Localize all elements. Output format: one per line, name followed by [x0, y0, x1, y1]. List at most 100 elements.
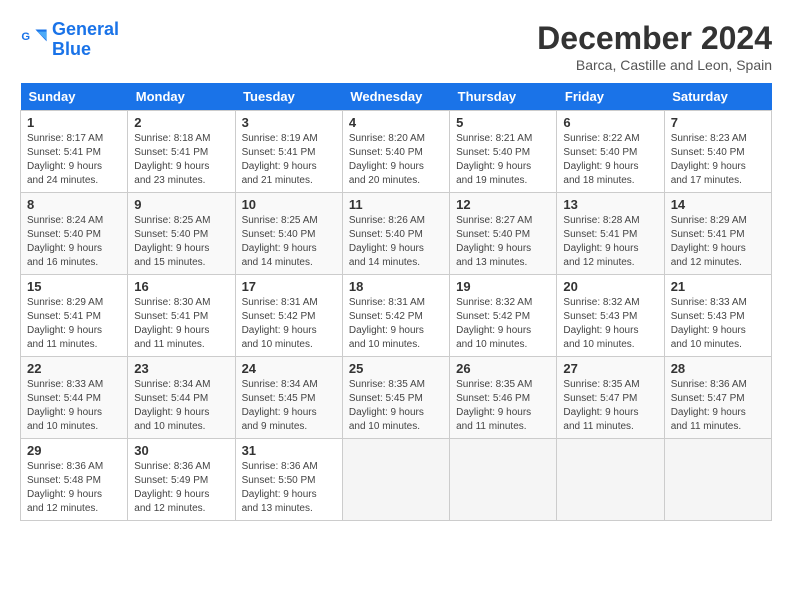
- day-detail: Sunrise: 8:31 AMSunset: 5:42 PMDaylight:…: [349, 296, 443, 352]
- month-title: December 2024: [537, 20, 772, 57]
- calendar-day: 16 Sunrise: 8:30 AMSunset: 5:41 PMDayligh…: [128, 275, 235, 357]
- calendar-day: 20 Sunrise: 8:32 AMSunset: 5:43 PMDayligh…: [557, 275, 664, 357]
- day-number: 25: [349, 361, 443, 376]
- day-number: 2: [134, 115, 228, 130]
- calendar-day: 26 Sunrise: 8:35 AMSunset: 5:46 PMDayligh…: [450, 357, 557, 439]
- day-number: 30: [134, 443, 228, 458]
- day-detail: Sunrise: 8:35 AMSunset: 5:46 PMDaylight:…: [456, 378, 550, 434]
- day-number: 29: [27, 443, 121, 458]
- day-number: 16: [134, 279, 228, 294]
- calendar-day: 25Sunrise: 8:35 AMSunset: 5:45 PMDayligh…: [342, 357, 449, 439]
- calendar-day: 23Sunrise: 8:34 AMSunset: 5:44 PMDayligh…: [128, 357, 235, 439]
- day-number: 10: [242, 197, 336, 212]
- day-detail: Sunrise: 8:17 AMSunset: 5:41 PMDaylight:…: [27, 132, 121, 188]
- day-number: 14: [671, 197, 765, 212]
- day-header-wednesday: Wednesday: [342, 83, 449, 111]
- calendar-day: 2 Sunrise: 8:18 AMSunset: 5:41 PMDaylight…: [128, 111, 235, 193]
- day-detail: Sunrise: 8:36 AMSunset: 5:49 PMDaylight:…: [134, 460, 228, 516]
- logo-text: General Blue: [52, 20, 119, 60]
- calendar-day: [557, 439, 664, 521]
- calendar-day: 27Sunrise: 8:35 AMSunset: 5:47 PMDayligh…: [557, 357, 664, 439]
- logo: G General Blue: [20, 20, 119, 60]
- day-detail: Sunrise: 8:31 AMSunset: 5:42 PMDaylight:…: [242, 296, 336, 352]
- day-number: 11: [349, 197, 443, 212]
- day-detail: Sunrise: 8:36 AMSunset: 5:47 PMDaylight:…: [671, 378, 765, 434]
- calendar-day: 1 Sunrise: 8:17 AMSunset: 5:41 PMDaylight…: [21, 111, 128, 193]
- day-detail: Sunrise: 8:36 AMSunset: 5:50 PMDaylight:…: [242, 460, 336, 516]
- day-number: 1: [27, 115, 121, 130]
- day-number: 15: [27, 279, 121, 294]
- day-number: 20: [563, 279, 657, 294]
- day-detail: Sunrise: 8:29 AMSunset: 5:41 PMDaylight:…: [671, 214, 765, 270]
- day-header-friday: Friday: [557, 83, 664, 111]
- calendar-day: [664, 439, 771, 521]
- day-number: 4: [349, 115, 443, 130]
- day-number: 7: [671, 115, 765, 130]
- day-detail: Sunrise: 8:28 AMSunset: 5:41 PMDaylight:…: [563, 214, 657, 270]
- calendar-table: SundayMondayTuesdayWednesdayThursdayFrid…: [20, 83, 772, 521]
- day-detail: Sunrise: 8:33 AMSunset: 5:44 PMDaylight:…: [27, 378, 121, 434]
- day-number: 3: [242, 115, 336, 130]
- day-header-thursday: Thursday: [450, 83, 557, 111]
- day-number: 5: [456, 115, 550, 130]
- day-detail: Sunrise: 8:21 AMSunset: 5:40 PMDaylight:…: [456, 132, 550, 188]
- calendar-day: 31 Sunrise: 8:36 AMSunset: 5:50 PMDayligh…: [235, 439, 342, 521]
- day-detail: Sunrise: 8:34 AMSunset: 5:45 PMDaylight:…: [242, 378, 336, 434]
- calendar-day: 19Sunrise: 8:32 AMSunset: 5:42 PMDayligh…: [450, 275, 557, 357]
- header-row: SundayMondayTuesdayWednesdayThursdayFrid…: [21, 83, 772, 111]
- day-number: 23: [134, 361, 228, 376]
- calendar-day: 18 Sunrise: 8:31 AMSunset: 5:42 PMDayligh…: [342, 275, 449, 357]
- day-number: 28: [671, 361, 765, 376]
- calendar-week-1: 1 Sunrise: 8:17 AMSunset: 5:41 PMDaylight…: [21, 111, 772, 193]
- day-detail: Sunrise: 8:22 AMSunset: 5:40 PMDaylight:…: [563, 132, 657, 188]
- day-header-saturday: Saturday: [664, 83, 771, 111]
- calendar-day: 6 Sunrise: 8:22 AMSunset: 5:40 PMDaylight…: [557, 111, 664, 193]
- location-subtitle: Barca, Castille and Leon, Spain: [537, 57, 772, 73]
- day-number: 26: [456, 361, 550, 376]
- day-detail: Sunrise: 8:32 AMSunset: 5:42 PMDaylight:…: [456, 296, 550, 352]
- day-detail: Sunrise: 8:29 AMSunset: 5:41 PMDaylight:…: [27, 296, 121, 352]
- day-header-tuesday: Tuesday: [235, 83, 342, 111]
- day-number: 17: [242, 279, 336, 294]
- day-number: 12: [456, 197, 550, 212]
- logo-icon: G: [20, 26, 48, 54]
- day-number: 8: [27, 197, 121, 212]
- day-number: 24: [242, 361, 336, 376]
- day-detail: Sunrise: 8:25 AMSunset: 5:40 PMDaylight:…: [134, 214, 228, 270]
- calendar-week-2: 8Sunrise: 8:24 AMSunset: 5:40 PMDaylight…: [21, 193, 772, 275]
- day-detail: Sunrise: 8:35 AMSunset: 5:47 PMDaylight:…: [563, 378, 657, 434]
- calendar-day: 8Sunrise: 8:24 AMSunset: 5:40 PMDaylight…: [21, 193, 128, 275]
- calendar-day: 22 Sunrise: 8:33 AMSunset: 5:44 PMDayligh…: [21, 357, 128, 439]
- day-detail: Sunrise: 8:20 AMSunset: 5:40 PMDaylight:…: [349, 132, 443, 188]
- day-detail: Sunrise: 8:32 AMSunset: 5:43 PMDaylight:…: [563, 296, 657, 352]
- day-detail: Sunrise: 8:30 AMSunset: 5:41 PMDaylight:…: [134, 296, 228, 352]
- day-number: 31: [242, 443, 336, 458]
- calendar-day: 30 Sunrise: 8:36 AMSunset: 5:49 PMDayligh…: [128, 439, 235, 521]
- day-number: 9: [134, 197, 228, 212]
- calendar-day: 28 Sunrise: 8:36 AMSunset: 5:47 PMDayligh…: [664, 357, 771, 439]
- day-detail: Sunrise: 8:25 AMSunset: 5:40 PMDaylight:…: [242, 214, 336, 270]
- day-number: 6: [563, 115, 657, 130]
- calendar-day: [450, 439, 557, 521]
- calendar-day: 4 Sunrise: 8:20 AMSunset: 5:40 PMDaylight…: [342, 111, 449, 193]
- day-header-sunday: Sunday: [21, 83, 128, 111]
- calendar-body: 1 Sunrise: 8:17 AMSunset: 5:41 PMDaylight…: [21, 111, 772, 521]
- calendar-week-3: 15 Sunrise: 8:29 AMSunset: 5:41 PMDayligh…: [21, 275, 772, 357]
- svg-text:G: G: [21, 31, 30, 43]
- calendar-day: 24 Sunrise: 8:34 AMSunset: 5:45 PMDayligh…: [235, 357, 342, 439]
- day-number: 22: [27, 361, 121, 376]
- calendar-day: 3 Sunrise: 8:19 AMSunset: 5:41 PMDaylight…: [235, 111, 342, 193]
- calendar-header: SundayMondayTuesdayWednesdayThursdayFrid…: [21, 83, 772, 111]
- day-number: 18: [349, 279, 443, 294]
- day-header-monday: Monday: [128, 83, 235, 111]
- day-detail: Sunrise: 8:19 AMSunset: 5:41 PMDaylight:…: [242, 132, 336, 188]
- day-detail: Sunrise: 8:33 AMSunset: 5:43 PMDaylight:…: [671, 296, 765, 352]
- day-detail: Sunrise: 8:18 AMSunset: 5:41 PMDaylight:…: [134, 132, 228, 188]
- calendar-day: 21Sunrise: 8:33 AMSunset: 5:43 PMDayligh…: [664, 275, 771, 357]
- day-number: 13: [563, 197, 657, 212]
- page-header: G General Blue December 2024 Barca, Cast…: [20, 20, 772, 73]
- calendar-day: 7Sunrise: 8:23 AMSunset: 5:40 PMDaylight…: [664, 111, 771, 193]
- calendar-day: 9 Sunrise: 8:25 AMSunset: 5:40 PMDaylight…: [128, 193, 235, 275]
- calendar-day: 5 Sunrise: 8:21 AMSunset: 5:40 PMDaylight…: [450, 111, 557, 193]
- calendar-day: 29Sunrise: 8:36 AMSunset: 5:48 PMDayligh…: [21, 439, 128, 521]
